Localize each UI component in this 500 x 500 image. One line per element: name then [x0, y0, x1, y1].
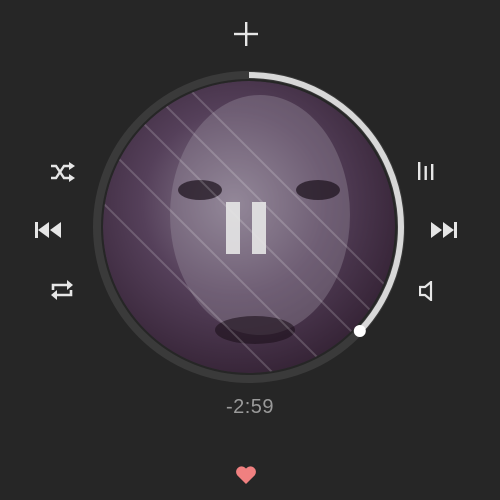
repeat-button[interactable]	[46, 276, 78, 304]
remaining-time: -2:59	[225, 396, 275, 418]
next-button[interactable]	[428, 217, 460, 243]
progress-knob[interactable]	[353, 325, 366, 338]
previous-track-icon	[35, 222, 61, 238]
queue-button[interactable]	[412, 158, 440, 184]
volume-icon	[419, 281, 433, 301]
shuffle-icon	[51, 162, 75, 182]
music-player: -2:59	[0, 0, 500, 500]
like-button[interactable]	[232, 462, 260, 488]
pause-icon	[226, 202, 266, 254]
pause-button[interactable]	[219, 200, 273, 256]
next-track-icon	[431, 222, 457, 238]
repeat-icon	[51, 280, 73, 300]
queue-icon	[418, 162, 434, 180]
shuffle-button[interactable]	[46, 158, 78, 186]
heart-icon	[236, 466, 256, 484]
previous-button[interactable]	[32, 217, 64, 243]
volume-button[interactable]	[414, 278, 442, 304]
